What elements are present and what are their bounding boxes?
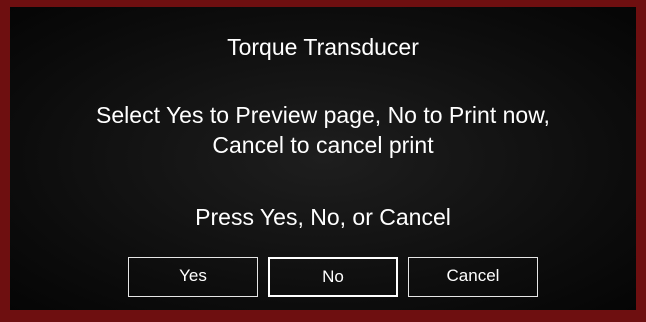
- dialog-frame: Torque Transducer Select Yes to Preview …: [0, 0, 646, 322]
- message-dialog: Torque Transducer Select Yes to Preview …: [10, 7, 636, 310]
- dialog-title: Torque Transducer: [227, 34, 419, 60]
- dialog-button-row: Yes No Cancel: [10, 257, 636, 299]
- yes-button[interactable]: Yes: [128, 257, 258, 297]
- dialog-prompt: Press Yes, No, or Cancel: [195, 204, 451, 230]
- no-button[interactable]: No: [268, 257, 398, 297]
- dialog-message: Select Yes to Preview page, No to Print …: [96, 102, 550, 158]
- cancel-button[interactable]: Cancel: [408, 257, 538, 297]
